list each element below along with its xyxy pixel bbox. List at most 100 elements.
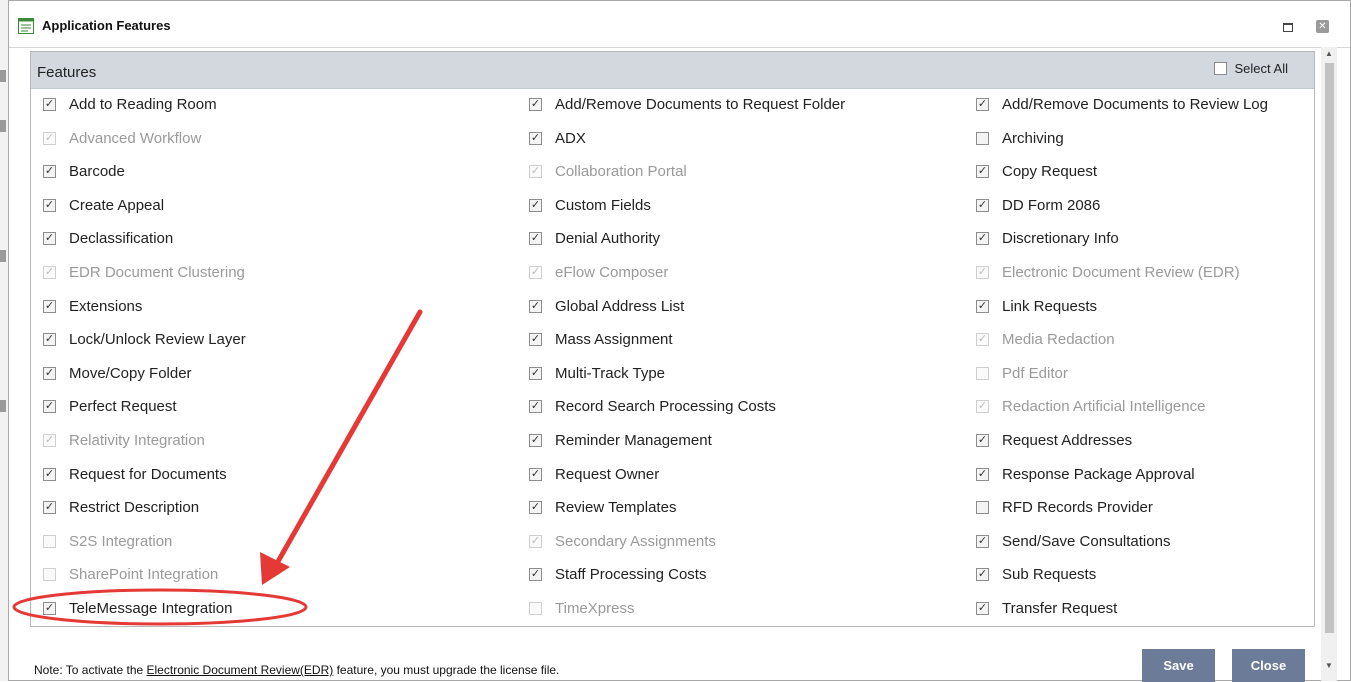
feature-label: S2S Integration — [69, 532, 173, 550]
feature-checkbox[interactable]: ✓ — [529, 434, 542, 447]
feature-item[interactable]: ✓ Review Templates — [529, 491, 676, 524]
feature-checkbox[interactable]: ✓ — [529, 568, 542, 582]
feature-item[interactable]: ✓ Extensions — [43, 290, 142, 323]
feature-checkbox[interactable]: ✓ — [976, 434, 989, 447]
feature-item[interactable]: ✓ Request for Documents — [43, 458, 227, 491]
feature-label: SharePoint Integration — [69, 566, 219, 584]
feature-label: Global Address List — [555, 297, 685, 315]
feature-item[interactable]: ✓ Restrict Description — [43, 491, 199, 524]
feature-checkbox[interactable]: ✓ — [529, 198, 542, 212]
close-button[interactable]: Close — [1232, 649, 1305, 682]
feature-label: Create Appeal — [69, 196, 165, 214]
dialog-titlebar: Application Features ✕ — [9, 1, 1350, 48]
feature-checkbox[interactable]: ✓ — [529, 467, 542, 481]
feature-checkbox[interactable]: ✓ — [976, 534, 989, 548]
feature-checkbox[interactable]: ✓ — [43, 501, 56, 515]
scroll-up-icon[interactable]: ▲ — [1324, 49, 1334, 58]
feature-item[interactable]: ✓ Transfer Request — [976, 592, 1117, 625]
feature-checkbox[interactable]: ✓ — [43, 98, 56, 111]
background-tick — [0, 120, 6, 132]
feature-item[interactable]: ✓ Add/Remove Documents to Review Log — [976, 88, 1268, 121]
feature-checkbox[interactable]: ✓ — [529, 366, 542, 380]
feature-checkbox[interactable] — [976, 131, 989, 145]
feature-item[interactable]: ✓ TeleMessage Integration — [43, 592, 232, 625]
feature-item[interactable]: ✓ Send/Save Consultations — [976, 525, 1170, 558]
feature-checkbox[interactable]: ✓ — [43, 467, 56, 481]
feature-item[interactable]: ✓ Custom Fields — [529, 189, 651, 222]
maximize-icon[interactable] — [1281, 19, 1295, 33]
feature-item[interactable]: ✓ Multi-Track Type — [529, 357, 665, 390]
feature-item[interactable]: ✓ Lock/Unlock Review Layer — [43, 323, 246, 356]
feature-item[interactable]: ✓ Staff Processing Costs — [529, 558, 706, 591]
feature-item[interactable]: ✓ Request Addresses — [976, 424, 1132, 457]
feature-item[interactable]: ✓ Perfect Request — [43, 390, 177, 423]
feature-checkbox[interactable]: ✓ — [43, 198, 56, 212]
feature-checkbox[interactable]: ✓ — [529, 98, 542, 111]
feature-checkbox[interactable]: ✓ — [43, 400, 56, 414]
feature-item[interactable]: ✓ Barcode — [43, 155, 125, 188]
feature-checkbox[interactable]: ✓ — [976, 232, 989, 246]
vertical-scrollbar[interactable]: ▲ ▼ — [1321, 47, 1337, 681]
save-button[interactable]: Save — [1142, 649, 1215, 682]
feature-label: DD Form 2086 — [1002, 196, 1101, 214]
feature-item: ✓ Relativity Integration — [43, 424, 205, 457]
feature-checkbox[interactable]: ✓ — [976, 198, 989, 212]
feature-checkbox[interactable]: ✓ — [43, 299, 56, 313]
feature-checkbox[interactable]: ✓ — [529, 501, 542, 515]
feature-label: Secondary Assignments — [555, 532, 716, 550]
feature-item[interactable]: ✓ Response Package Approval — [976, 458, 1195, 491]
select-all-box[interactable] — [1213, 62, 1227, 75]
feature-checkbox: ✓ — [976, 333, 989, 347]
feature-item[interactable]: ✓ Declassification — [43, 222, 173, 255]
feature-checkbox[interactable]: ✓ — [976, 568, 989, 582]
feature-checkbox[interactable]: ✓ — [529, 131, 542, 145]
feature-item[interactable]: ✓ DD Form 2086 — [976, 189, 1100, 222]
feature-checkbox[interactable]: ✓ — [976, 165, 989, 179]
close-icon[interactable]: ✕ — [1316, 20, 1329, 33]
feature-checkbox[interactable]: ✓ — [976, 602, 989, 615]
feature-checkbox[interactable]: ✓ — [43, 366, 56, 380]
feature-label: Record Search Processing Costs — [555, 398, 776, 416]
feature-checkbox[interactable]: ✓ — [976, 98, 989, 111]
feature-label: Mass Assignment — [555, 331, 673, 349]
feature-checkbox[interactable]: ✓ — [529, 232, 542, 246]
feature-checkbox[interactable]: ✓ — [43, 232, 56, 246]
feature-item[interactable]: ✓ Link Requests — [976, 290, 1097, 323]
feature-item[interactable]: ✓ Sub Requests — [976, 558, 1096, 591]
scroll-thumb[interactable] — [1325, 63, 1334, 633]
features-header-title: Features — [37, 64, 97, 81]
note-prefix: Note: To activate the — [34, 663, 147, 677]
edr-link[interactable]: Electronic Document Review(EDR) — [147, 663, 334, 677]
feature-checkbox[interactable]: ✓ — [43, 333, 56, 347]
feature-checkbox[interactable]: ✓ — [529, 333, 542, 347]
feature-item[interactable]: Archiving — [976, 122, 1064, 155]
select-all-checkbox[interactable]: Select All — [1213, 61, 1288, 76]
feature-item[interactable]: ✓ Copy Request — [976, 155, 1097, 188]
feature-checkbox: ✓ — [43, 131, 56, 145]
feature-item[interactable]: ✓ Global Address List — [529, 290, 684, 323]
feature-checkbox[interactable]: ✓ — [529, 299, 542, 313]
feature-item[interactable]: ✓ Record Search Processing Costs — [529, 390, 776, 423]
feature-label: Request Addresses — [1002, 432, 1133, 449]
feature-checkbox: ✓ — [529, 534, 542, 548]
scroll-down-icon[interactable]: ▼ — [1324, 661, 1334, 670]
feature-checkbox[interactable]: ✓ — [43, 165, 56, 179]
feature-checkbox[interactable] — [976, 501, 989, 515]
feature-item[interactable]: ✓ Add/Remove Documents to Request Folder — [529, 88, 845, 121]
feature-checkbox[interactable]: ✓ — [976, 467, 989, 481]
feature-label: Declassification — [69, 230, 174, 248]
feature-item[interactable]: ✓ Denial Authority — [529, 222, 660, 255]
feature-item[interactable]: ✓ Request Owner — [529, 458, 659, 491]
feature-item: Pdf Editor — [976, 357, 1068, 390]
feature-item[interactable]: ✓ Add to Reading Room — [43, 88, 217, 121]
feature-checkbox[interactable]: ✓ — [976, 299, 989, 313]
feature-item[interactable]: RFD Records Provider — [976, 491, 1153, 524]
feature-checkbox[interactable]: ✓ — [43, 602, 56, 615]
feature-item[interactable]: ✓ Move/Copy Folder — [43, 357, 192, 390]
feature-item[interactable]: ✓ Discretionary Info — [976, 222, 1119, 255]
feature-item[interactable]: ✓ Create Appeal — [43, 189, 164, 222]
feature-item[interactable]: ✓ Reminder Management — [529, 424, 712, 457]
feature-item[interactable]: ✓ ADX — [529, 122, 586, 155]
feature-item[interactable]: ✓ Mass Assignment — [529, 323, 673, 356]
feature-checkbox[interactable]: ✓ — [529, 400, 542, 414]
